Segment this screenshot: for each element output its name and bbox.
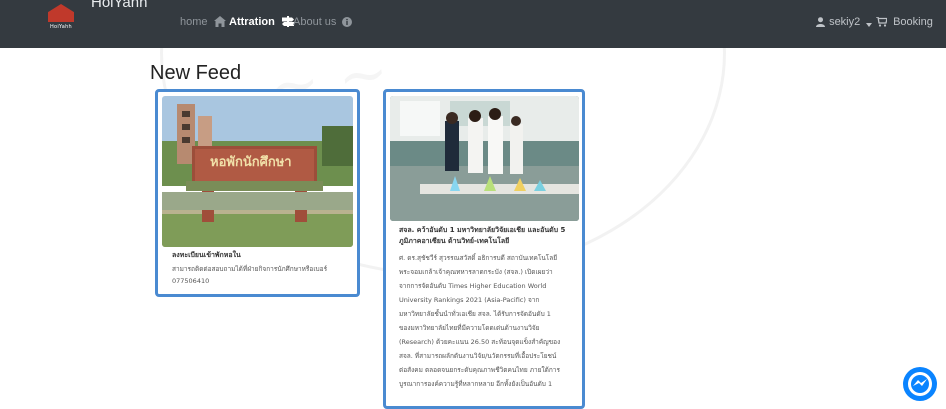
post-body-line: ศ. ดร.สุชัชวีร์ สุวรรณสวัสดิ์ อธิการบดี … — [399, 254, 558, 262]
home-icon — [213, 16, 226, 27]
caret-down-icon — [866, 23, 873, 27]
post-body-line: สามารถติดต่อสอบถามได้ที่ฝ่ายกิจการนักศึก… — [172, 265, 328, 273]
brand-logo[interactable]: HoiYahh — [44, 4, 78, 34]
user-name: sekiy2 — [829, 16, 861, 28]
post-title-line: ภูมิภาคอาเซียน ด้านวิทย์-เทคโนโลยี — [399, 237, 510, 245]
nav-about-label: About us — [293, 16, 337, 28]
page-title: New Feed — [150, 62, 242, 84]
post-body-line: จากการจัดอันดับ Times Higher Education W… — [399, 282, 547, 290]
nav-attraction-label: Attration — [229, 16, 275, 28]
post-image[interactable]: หอพักนักศึกษา — [162, 96, 353, 247]
post-body-line: 077506410 — [172, 277, 210, 285]
cart-icon — [876, 16, 888, 27]
nav-booking-label: Booking — [893, 16, 933, 28]
messenger-chat-button[interactable] — [903, 367, 937, 401]
nav-about[interactable]: About us — [293, 16, 353, 28]
post-body-line: University Rankings 2021 (Asia-Pacific) … — [399, 296, 540, 304]
post-body-line: พระจอมเกล้าเจ้าคุณทหารลาดกระบัง (สจล.) เ… — [399, 268, 553, 276]
brand-logo-text: HoiYahh — [49, 24, 73, 30]
house-logo-icon — [48, 4, 74, 22]
nav-booking[interactable]: Booking — [876, 16, 933, 28]
post-title: ลงทะเบียนเข้าพักหอใน — [172, 251, 241, 259]
post-body-line: ต่อสังคม ตลอดจนยกระดับคุณภาพชีวิตคนไทย ภ… — [399, 366, 560, 374]
post-title-line: สจล. คว้าอันดับ 1 มหาวิทยาลัยวิจัยเอเชีย… — [399, 226, 566, 234]
navbar: HoiYahh HoiYahh home Attration About us … — [0, 0, 946, 48]
post-image[interactable] — [390, 96, 579, 221]
lab-researchers-photo — [390, 96, 579, 221]
post-body-line: บูรณาการองค์ความรู้ที่หลากหลาย อีกทั้งยั… — [399, 380, 553, 388]
nav-home[interactable]: home — [180, 16, 226, 28]
image-sign-text: หอพักนักศึกษา — [210, 155, 292, 170]
post-card[interactable]: หอพักนักศึกษา ลงทะเบียนเข้าพักหอใน สามาร… — [155, 89, 360, 297]
user-dropdown[interactable]: sekiy2 — [816, 16, 873, 28]
user-icon — [816, 17, 825, 27]
messenger-icon — [908, 372, 932, 396]
nav-attraction[interactable]: Attration — [229, 16, 295, 28]
post-body-line: มหาวิทยาลัยชั้นนำทั่วเอเชีย สจล. ได้รับก… — [399, 310, 551, 318]
post-body-line: (Research) ด้วยคะแนน 26.50 สะท้อนจุดแข็ง… — [399, 338, 561, 346]
info-circle-icon — [342, 17, 353, 27]
brand-title[interactable]: HoiYahh — [91, 0, 147, 11]
post-card[interactable]: สจล. คว้าอันดับ 1 มหาวิทยาลัยวิจัยเอเชีย… — [383, 89, 585, 409]
post-body-line: ของมหาวิทยาลัยไทยที่มีความโดดเด่นด้านงาน… — [399, 324, 540, 332]
nav-home-label: home — [180, 16, 208, 28]
post-body-line: สจล. ที่สามารถผลักดันงานวิจัย/นวัตกรรมที… — [399, 352, 557, 360]
